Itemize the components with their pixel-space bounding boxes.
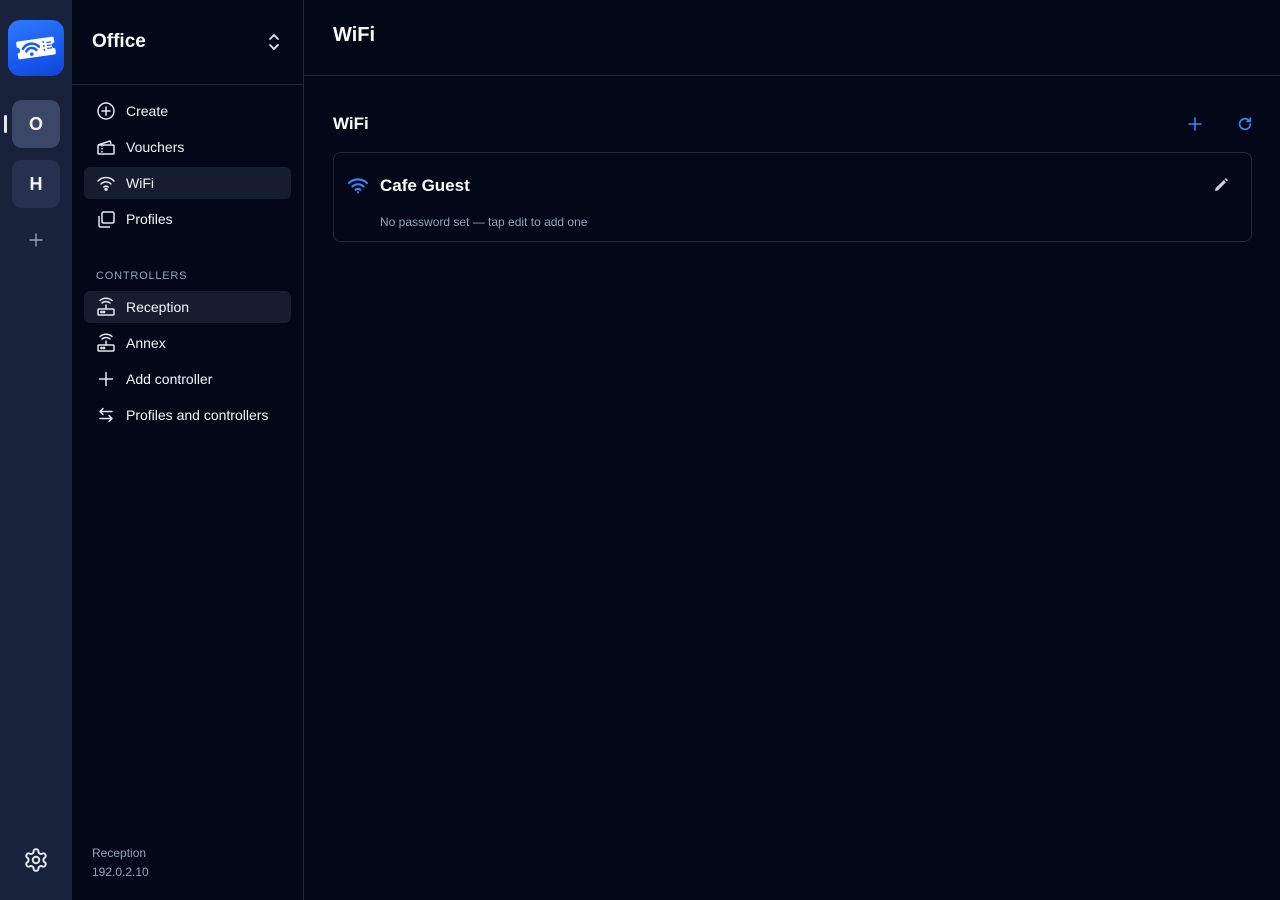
controllers-section-label: CONTROLLERS — [96, 270, 188, 282]
nav-item-add-controller[interactable]: Add controller — [84, 363, 291, 395]
profiles-icon — [96, 209, 116, 229]
add-network-button[interactable] — [1183, 112, 1207, 136]
workspace-button-home[interactable]: H — [12, 160, 60, 208]
current-controller-ip: 192.0.2.10 — [92, 865, 149, 879]
wifi-icon — [347, 177, 369, 200]
refresh-icon — [1238, 117, 1252, 131]
gear-icon — [25, 848, 47, 872]
nav-item-label: WiFi — [126, 175, 154, 191]
chevrons-up-down-icon — [269, 34, 279, 50]
network-ssid: Cafe Guest — [380, 176, 470, 195]
sidebar: Office Create Vouchers WiFi Profiles CON… — [72, 0, 304, 900]
refresh-button[interactable] — [1233, 112, 1257, 136]
page-title: WiFi — [333, 24, 376, 46]
wifi-network-card[interactable]: Cafe Guest No password set — tap edit to… — [333, 152, 1252, 242]
org-name: Office — [92, 31, 146, 52]
settings-button[interactable] — [22, 846, 50, 874]
router-icon — [96, 333, 116, 353]
nav-item-label: Profiles — [126, 211, 173, 227]
nav-item-label: Vouchers — [126, 139, 185, 155]
sidebar-footer: Reception 192.0.2.10 — [92, 844, 149, 882]
main-content: WiFi WiFi Cafe Guest No password set — t… — [304, 0, 1280, 900]
wifi-section-header: WiFi — [333, 110, 1253, 138]
plus-icon — [29, 233, 43, 247]
nav-item-wifi[interactable]: WiFi — [84, 167, 291, 199]
active-workspace-indicator — [4, 115, 7, 133]
workspace-rail: O H — [0, 0, 72, 900]
plus-icon — [96, 369, 116, 389]
wifi-ticket-icon — [16, 36, 56, 60]
nav-item-label: Annex — [126, 335, 166, 351]
current-controller-name: Reception — [92, 846, 147, 860]
wifi-icon — [96, 173, 116, 193]
swap-arrows-icon — [96, 405, 116, 425]
section-title: WiFi — [333, 114, 369, 133]
app-logo[interactable] — [8, 20, 64, 76]
network-status-text: No password set — tap edit to add one — [380, 215, 588, 229]
ticket-icon — [96, 137, 116, 157]
nav-item-label: Create — [126, 103, 169, 119]
main-nav: Create Vouchers WiFi Profiles — [84, 95, 291, 239]
router-icon — [96, 297, 116, 317]
org-switcher[interactable]: Office — [72, 0, 303, 85]
nav-item-controller-annex[interactable]: Annex — [84, 327, 291, 359]
nav-item-profiles[interactable]: Profiles — [84, 203, 291, 235]
nav-item-controller-reception[interactable]: Reception — [84, 291, 291, 323]
section-actions — [1183, 112, 1257, 136]
workspace-button-office[interactable]: O — [12, 100, 60, 148]
plus-circle-icon — [96, 101, 116, 121]
nav-item-label: Reception — [126, 299, 190, 315]
edit-network-button[interactable] — [1211, 175, 1231, 195]
controllers-nav: Reception Annex Add controller Profiles … — [84, 291, 291, 435]
plus-icon — [1188, 117, 1202, 131]
pencil-icon — [1215, 178, 1228, 191]
nav-item-label: Profiles and controllers — [126, 407, 269, 423]
nav-item-create[interactable]: Create — [84, 95, 291, 127]
add-workspace-button[interactable] — [24, 228, 48, 252]
app-window: O H Office Create Vouchers WiFi Profiles… — [0, 0, 1280, 900]
nav-item-profiles-and-controllers[interactable]: Profiles and controllers — [84, 399, 291, 431]
top-bar: WiFi — [304, 0, 1280, 76]
nav-item-label: Add controller — [126, 371, 213, 387]
nav-item-vouchers[interactable]: Vouchers — [84, 131, 291, 163]
